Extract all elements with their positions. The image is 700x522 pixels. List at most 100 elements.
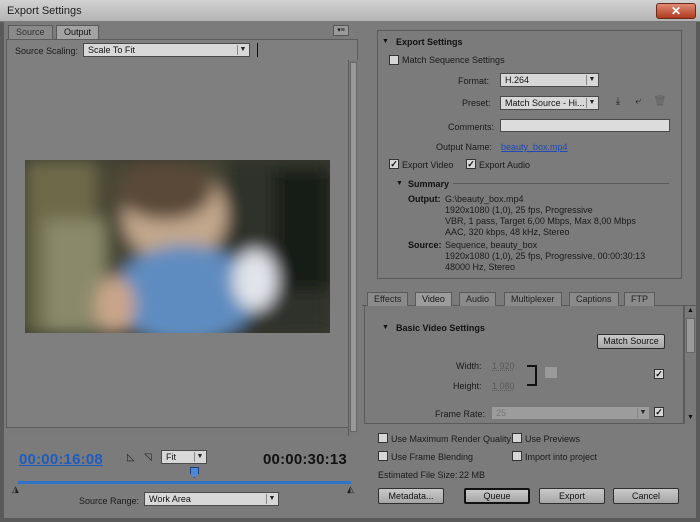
summary-source-line: 48000 Hz, Stereo: [445, 262, 516, 272]
import-preset-icon[interactable]: ⤶: [631, 96, 645, 108]
scroll-down-icon[interactable]: ▼: [687, 414, 694, 421]
frame-rate-label: Frame Rate:: [435, 409, 486, 419]
frame-blending-label: Use Frame Blending: [391, 452, 474, 462]
metadata-button[interactable]: Metadata...: [378, 488, 444, 504]
summary-collapse-icon[interactable]: ▼: [396, 180, 403, 187]
settings-tabs: Effects Video Audio Multiplexer Captions…: [362, 291, 698, 306]
width-label: Width:: [456, 361, 482, 371]
source-range-label: Source Range:: [79, 496, 140, 506]
source-range-dropdown[interactable]: Work Area ▼: [144, 492, 279, 506]
tab-video[interactable]: Video: [415, 292, 452, 306]
duration: 00:00:30:13: [263, 451, 347, 468]
summary-output-line: VBR, 1 pass, Target 6,00 Mbps, Max 8,00 …: [445, 216, 636, 226]
tab-captions[interactable]: Captions: [569, 292, 619, 306]
set-out-point-icon[interactable]: ◹: [144, 452, 152, 463]
width-height-override-checkbox[interactable]: ✓: [654, 369, 664, 379]
tab-multiplexer[interactable]: Multiplexer: [504, 292, 562, 306]
panel-menu-icon[interactable]: ▾≡: [333, 25, 349, 36]
match-source-button[interactable]: Match Source: [597, 334, 665, 349]
cancel-button[interactable]: Cancel: [613, 488, 679, 504]
out-point-handle[interactable]: ◭: [347, 484, 354, 495]
format-dropdown[interactable]: H.264 ▼: [500, 73, 599, 87]
chevron-down-icon: ▼: [266, 494, 277, 504]
format-value: H.264: [505, 75, 530, 85]
preset-value: Match Source - Hi...: [505, 98, 585, 108]
format-label: Format:: [458, 76, 490, 86]
title-bar: Export Settings ✕: [0, 0, 700, 22]
summary-output-line: AAC, 320 kbps, 48 kHz, Stereo: [445, 227, 570, 237]
match-sequence-checkbox[interactable]: [389, 55, 399, 65]
chevron-down-icon: ▼: [586, 98, 597, 108]
preview-horizontal-scrollbar[interactable]: [6, 427, 348, 436]
chevron-down-icon: ▼: [237, 45, 248, 55]
close-button[interactable]: ✕: [656, 3, 696, 19]
scrollbar-thumb[interactable]: [686, 318, 695, 353]
aspect-lock-checkbox[interactable]: [544, 366, 558, 379]
import-into-project-label: Import into project: [525, 452, 598, 462]
preview-scrollbar[interactable]: [348, 60, 358, 436]
tab-audio[interactable]: Audio: [459, 292, 497, 306]
height-label: Height:: [453, 381, 482, 391]
delete-preset-icon[interactable]: 🗑: [653, 96, 667, 108]
max-render-quality-checkbox[interactable]: [378, 433, 388, 443]
tab-output[interactable]: Output: [56, 25, 100, 39]
scroll-up-icon[interactable]: ▲: [687, 307, 694, 314]
source-range-value: Work Area: [149, 494, 191, 504]
chevron-down-icon: ▼: [194, 452, 205, 462]
tab-ftp[interactable]: FTP: [624, 292, 655, 306]
scrollbar-thumb[interactable]: [350, 62, 357, 432]
comments-label: Comments:: [448, 122, 495, 132]
comments-field[interactable]: [500, 119, 670, 132]
summary-header: Summary: [408, 179, 450, 189]
frame-blending-checkbox[interactable]: [378, 451, 388, 461]
queue-button[interactable]: Queue: [464, 488, 530, 504]
summary-source-label: Source:: [408, 240, 442, 250]
estimated-file-size-label: Estimated File Size:: [378, 470, 458, 480]
current-time[interactable]: 00:00:16:08: [19, 451, 103, 468]
source-scaling-dropdown[interactable]: Scale To Fit ▼: [83, 43, 250, 57]
export-video-label: Export Video: [402, 160, 454, 170]
tab-effects[interactable]: Effects: [367, 292, 409, 306]
output-name-link[interactable]: beauty_box.mp4: [501, 142, 568, 152]
frame-rate-dropdown[interactable]: 25 ▼: [491, 406, 650, 420]
preview-frame-image: [25, 160, 330, 333]
summary-output-line: G:\beauty_box.mp4: [445, 194, 524, 204]
text-cursor: [257, 43, 258, 57]
use-previews-checkbox[interactable]: [512, 433, 522, 443]
summary-output-label: Output:: [408, 194, 441, 204]
tab-source[interactable]: Source: [8, 25, 53, 39]
video-settings-scrollbar[interactable]: ▲ ▼: [684, 306, 696, 424]
export-button[interactable]: Export: [539, 488, 605, 504]
collapse-triangle-icon[interactable]: ▼: [382, 38, 389, 45]
zoom-dropdown[interactable]: Fit ▼: [161, 450, 207, 464]
basic-video-collapse-icon[interactable]: ▼: [382, 324, 389, 331]
zoom-value: Fit: [166, 452, 176, 462]
aspect-link-bracket: [527, 365, 537, 386]
width-value[interactable]: 1 920: [492, 361, 515, 371]
set-in-point-icon[interactable]: ◺: [127, 452, 135, 463]
match-sequence-label: Match Sequence Settings: [402, 55, 505, 65]
estimated-file-size-value: 22 MB: [459, 470, 486, 480]
summary-divider: [453, 183, 669, 184]
chevron-down-icon: ▼: [586, 75, 597, 85]
in-point-handle[interactable]: ◮: [12, 484, 19, 495]
import-into-project-checkbox[interactable]: [512, 451, 522, 461]
summary-output-line: 1920x1080 (1,0), 25 fps, Progressive: [445, 205, 593, 215]
source-scaling-value: Scale To Fit: [88, 45, 135, 55]
preset-dropdown[interactable]: Match Source - Hi... ▼: [500, 96, 599, 110]
export-video-checkbox[interactable]: ✓: [389, 159, 399, 169]
height-value[interactable]: 1 080: [492, 381, 515, 391]
use-previews-label: Use Previews: [525, 434, 581, 444]
source-scaling-label: Source Scaling:: [15, 46, 79, 56]
chevron-down-icon: ▼: [637, 408, 648, 418]
export-settings-header: Export Settings: [396, 37, 463, 47]
work-area-bar[interactable]: [18, 481, 351, 484]
save-preset-icon[interactable]: ⤓: [611, 96, 625, 108]
max-render-quality-label: Use Maximum Render Quality: [391, 434, 512, 444]
export-audio-checkbox[interactable]: ✓: [466, 159, 476, 169]
summary-source-line: Sequence, beauty_box: [445, 240, 538, 250]
frame-rate-override-checkbox[interactable]: ✓: [654, 407, 664, 417]
basic-video-header: Basic Video Settings: [396, 323, 485, 333]
summary-source-line: 1920x1080 (1,0), 25 fps, Progressive, 00…: [445, 251, 646, 261]
preset-label: Preset:: [462, 98, 491, 108]
